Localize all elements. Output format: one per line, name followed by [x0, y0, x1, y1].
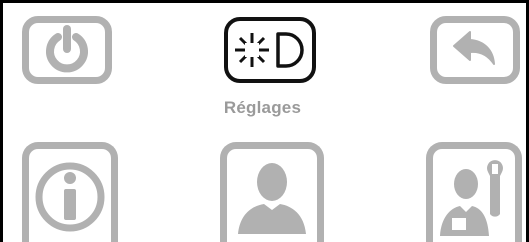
back-button[interactable]	[430, 16, 520, 84]
selected-item-label: Réglages	[223, 98, 302, 117]
frame-left-border	[0, 0, 3, 242]
brightness-moon-icon	[230, 25, 310, 75]
frame-top-border	[0, 0, 529, 3]
settings-button[interactable]	[224, 17, 316, 83]
power-button[interactable]	[22, 16, 112, 84]
back-arrow-icon	[450, 28, 500, 72]
user-icon	[232, 156, 312, 236]
technician-wrench-icon	[436, 156, 512, 236]
maintenance-button[interactable]	[426, 142, 522, 242]
power-icon	[42, 25, 92, 75]
info-button[interactable]	[22, 142, 118, 242]
user-profile-button[interactable]	[220, 142, 324, 242]
info-icon	[35, 157, 105, 235]
